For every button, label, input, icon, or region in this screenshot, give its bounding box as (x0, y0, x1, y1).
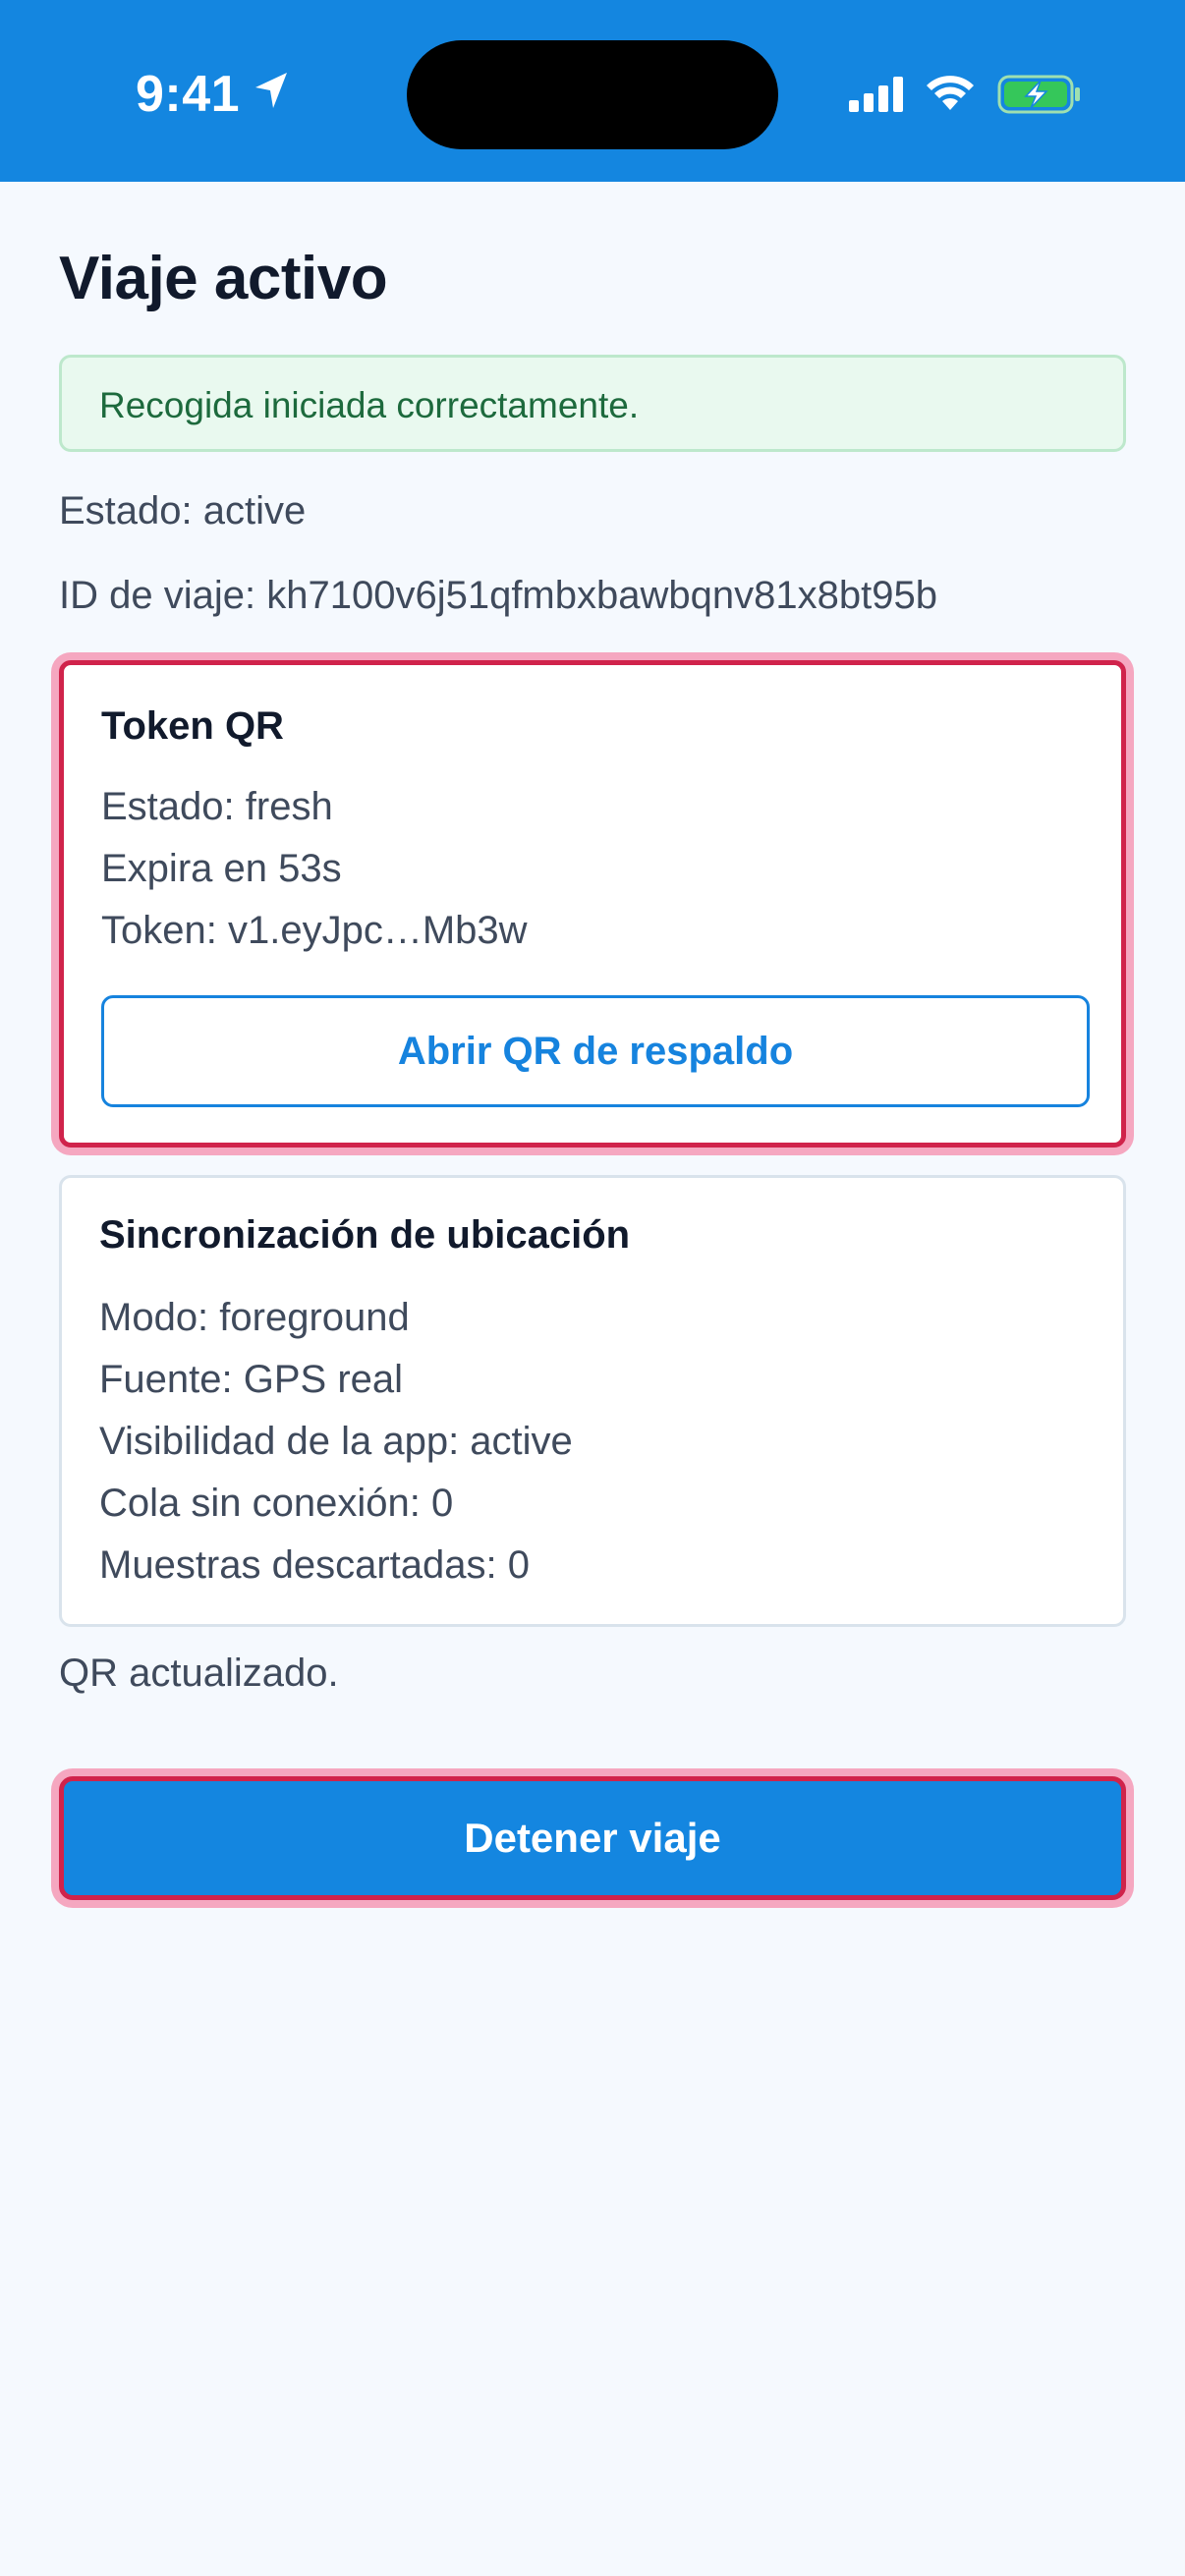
offline-queue: Cola sin conexión: 0 (99, 1482, 454, 1525)
wifi-icon (925, 73, 976, 117)
open-backup-qr-button[interactable]: Abrir QR de respaldo (101, 995, 1090, 1107)
qr-token-card: Token QR Estado: fresh Expira en 53s Tok… (59, 660, 1126, 1148)
dynamic-island (407, 40, 778, 149)
qr-status: Estado: fresh (101, 785, 333, 828)
qr-card-title: Token QR (101, 704, 284, 748)
stop-trip-button[interactable]: Detener viaje (59, 1776, 1126, 1900)
location-arrow-icon (252, 69, 291, 117)
qr-expiry: Expira en 53s (101, 847, 342, 890)
location-source: Fuente: GPS real (99, 1358, 404, 1401)
discarded-samples: Muestras descartadas: 0 (99, 1543, 530, 1587)
page-title: Viaje activo (59, 245, 388, 312)
status-message: QR actualizado. (59, 1652, 339, 1695)
battery-charging-icon (997, 75, 1082, 119)
location-sync-card: Sincronización de ubicación Modo: foregr… (59, 1175, 1126, 1627)
status-time: 9:41 (136, 66, 241, 123)
qr-token: Token: v1.eyJpc…Mb3w (101, 909, 528, 952)
app-visibility: Visibilidad de la app: active (99, 1420, 573, 1463)
location-card-title: Sincronización de ubicación (99, 1213, 631, 1257)
trip-status: Estado: active (59, 489, 307, 532)
location-mode: Modo: foreground (99, 1296, 410, 1339)
trip-id: ID de viaje: kh7100v6j51qfmbxbawbqnv81x8… (59, 574, 937, 617)
success-banner: Recogida iniciada correctamente. (59, 355, 1126, 452)
signal-icon (849, 77, 906, 117)
status-bar: 9:41 (0, 0, 1185, 182)
